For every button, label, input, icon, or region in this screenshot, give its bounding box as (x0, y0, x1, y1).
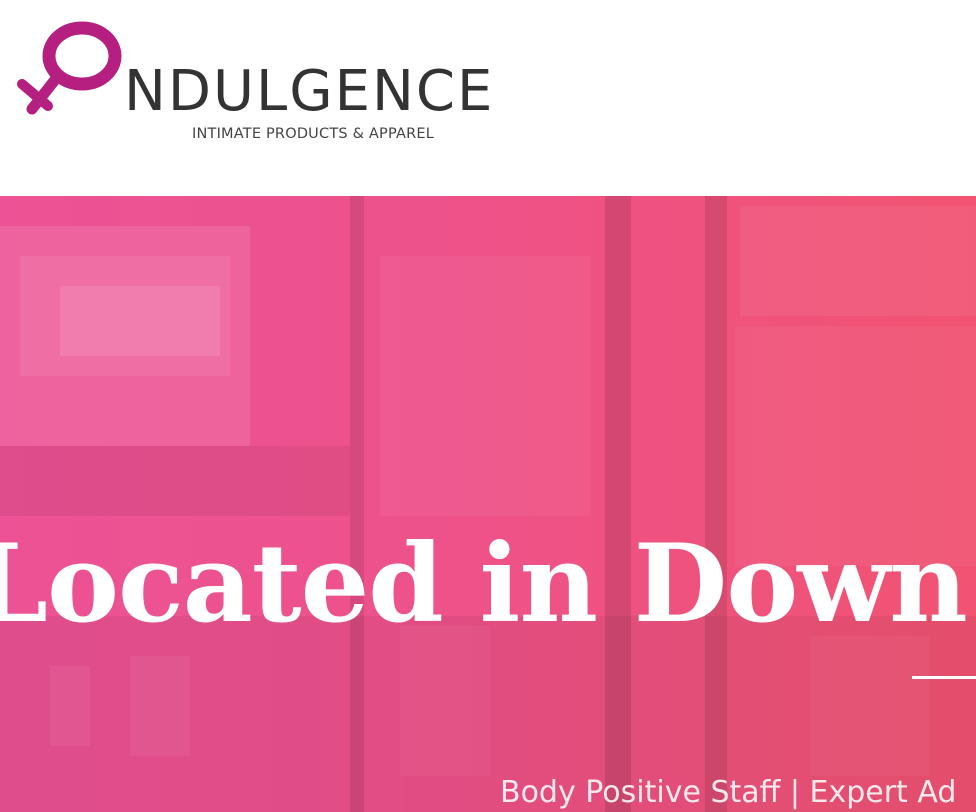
logo-wordmark: NDULGENCE (124, 59, 495, 124)
site-logo[interactable]: NDULGENCE INTIMATE PRODUCTS & APPAREL (14, 12, 544, 147)
hero-divider (912, 676, 976, 679)
hero-subtitle: Body Positive Staff | Expert Ad (500, 775, 957, 810)
storefront-photo (0, 196, 976, 812)
page: NDULGENCE INTIMATE PRODUCTS & APPAREL Lo… (0, 0, 976, 812)
hero-banner: Located in Down Body Positive Staff | Ex… (0, 196, 976, 812)
site-header: NDULGENCE INTIMATE PRODUCTS & APPAREL (0, 0, 976, 196)
venus-symbol-icon (17, 21, 122, 115)
hero-title: Located in Down (0, 521, 968, 648)
logo-tagline: INTIMATE PRODUCTS & APPAREL (192, 126, 435, 142)
